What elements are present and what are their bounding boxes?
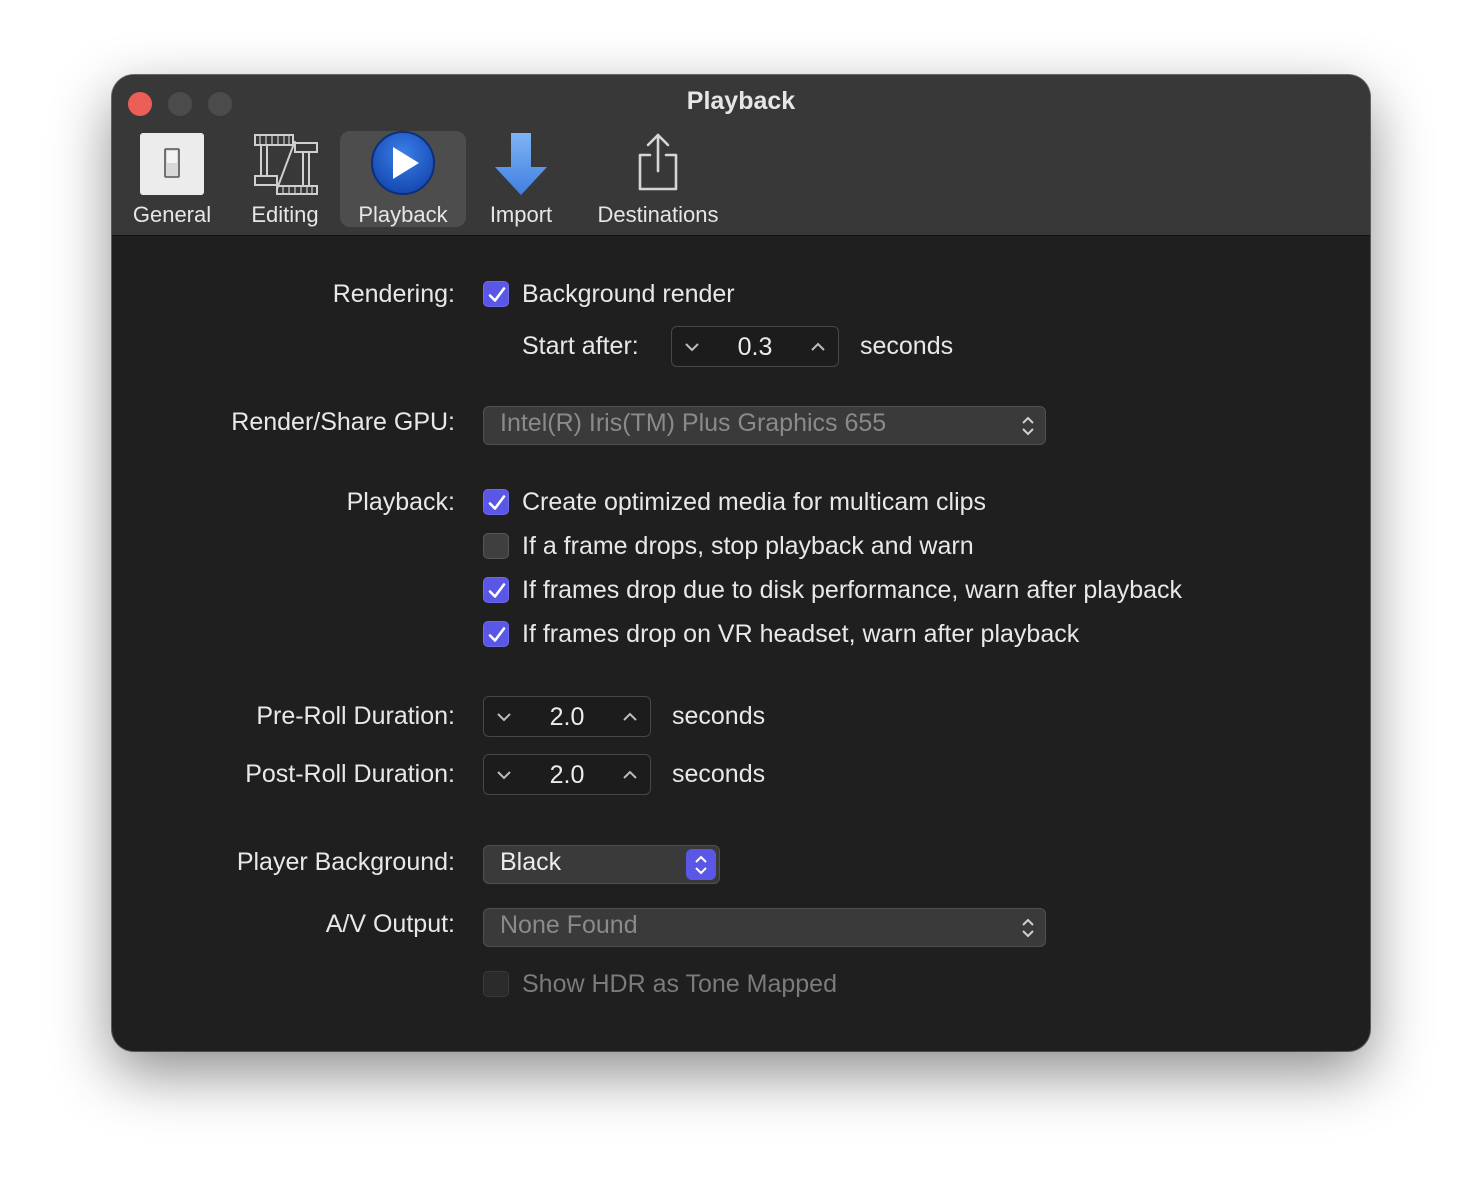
chevron-up-icon — [623, 770, 637, 779]
increment-button[interactable] — [610, 755, 650, 794]
frame-drop-stop-label: If a frame drops, stop playback and warn — [522, 532, 974, 560]
av-output-value: None Found — [500, 911, 638, 939]
pre-roll-label: Pre-Roll Duration: — [256, 702, 455, 730]
checkmark-icon — [488, 287, 506, 302]
tab-editing-label: Editing — [251, 202, 319, 227]
tab-import[interactable]: Import — [474, 131, 568, 227]
window-title: Playback — [686, 87, 796, 115]
player-background-popup[interactable]: Black — [483, 845, 720, 884]
optimized-media-checkbox[interactable] — [483, 489, 509, 515]
download-arrow-icon — [487, 131, 555, 199]
tab-general-label: General — [132, 202, 212, 227]
switch-icon — [138, 131, 206, 199]
tab-playback-label: Playback — [358, 202, 448, 227]
start-after-stepper[interactable]: 0.3 — [671, 326, 839, 367]
checkmark-icon — [488, 495, 506, 510]
up-down-chevron-icon — [1022, 416, 1034, 436]
av-output-label: A/V Output: — [325, 910, 455, 938]
decrement-button[interactable] — [484, 755, 524, 794]
start-after-unit: seconds — [860, 332, 954, 360]
start-after-label: Start after: — [522, 332, 639, 360]
popup-chevron-button[interactable] — [686, 849, 716, 880]
increment-button[interactable] — [610, 697, 650, 736]
chevron-up-icon — [811, 342, 825, 351]
pre-roll-stepper[interactable]: 2.0 — [483, 696, 651, 737]
tab-playback[interactable]: Playback — [340, 131, 466, 227]
preferences-window: Playback General Editing Playback Import… — [112, 75, 1370, 1051]
pre-roll-value[interactable]: 2.0 — [524, 703, 610, 732]
tab-general[interactable]: General — [126, 131, 218, 227]
optimized-media-label: Create optimized media for multicam clip… — [522, 488, 987, 516]
tab-destinations-label: Destinations — [597, 202, 719, 227]
disk-performance-warn-label: If frames drop due to disk performance, … — [522, 576, 1183, 604]
player-background-label: Player Background: — [236, 848, 455, 876]
gpu-label: Render/Share GPU: — [231, 408, 455, 436]
background-render-label: Background render — [522, 280, 735, 308]
gpu-popup[interactable]: Intel(R) Iris(TM) Plus Graphics 655 — [483, 406, 1046, 445]
up-down-chevron-icon — [1022, 918, 1034, 938]
frame-drop-stop-checkbox[interactable] — [483, 533, 509, 559]
film-editing-icon — [251, 131, 319, 199]
vr-headset-warn-checkbox[interactable] — [483, 621, 509, 647]
playback-label: Playback: — [346, 488, 455, 516]
hdr-tone-mapped-checkbox[interactable] — [483, 971, 509, 997]
hdr-tone-mapped-label: Show HDR as Tone Mapped — [522, 970, 837, 998]
background-render-checkbox[interactable] — [483, 281, 509, 307]
post-roll-stepper[interactable]: 2.0 — [483, 754, 651, 795]
decrement-button[interactable] — [672, 327, 712, 366]
tab-editing[interactable]: Editing — [236, 131, 334, 227]
share-icon — [624, 131, 692, 199]
gpu-value: Intel(R) Iris(TM) Plus Graphics 655 — [500, 409, 887, 437]
post-roll-value[interactable]: 2.0 — [524, 761, 610, 790]
titlebar: Playback General Editing Playback Import… — [112, 75, 1370, 236]
disk-performance-warn-checkbox[interactable] — [483, 577, 509, 603]
checkmark-icon — [488, 627, 506, 642]
pre-roll-unit: seconds — [672, 702, 766, 730]
start-after-value[interactable]: 0.3 — [712, 333, 798, 362]
tab-import-label: Import — [489, 202, 553, 227]
av-output-popup[interactable]: None Found — [483, 908, 1046, 947]
increment-button[interactable] — [798, 327, 838, 366]
tab-destinations[interactable]: Destinations — [586, 131, 730, 227]
decrement-button[interactable] — [484, 697, 524, 736]
chevron-down-icon — [685, 343, 699, 352]
chevron-down-icon — [497, 771, 511, 780]
checkmark-icon — [488, 583, 506, 598]
up-down-chevron-icon — [695, 855, 707, 875]
post-roll-unit: seconds — [672, 760, 766, 788]
chevron-up-icon — [623, 712, 637, 721]
post-roll-label: Post-Roll Duration: — [245, 760, 455, 788]
player-background-value: Black — [500, 848, 562, 876]
vr-headset-warn-label: If frames drop on VR headset, warn after… — [522, 620, 1080, 648]
play-icon — [369, 131, 437, 199]
chevron-down-icon — [497, 713, 511, 722]
rendering-label: Rendering: — [332, 280, 455, 308]
